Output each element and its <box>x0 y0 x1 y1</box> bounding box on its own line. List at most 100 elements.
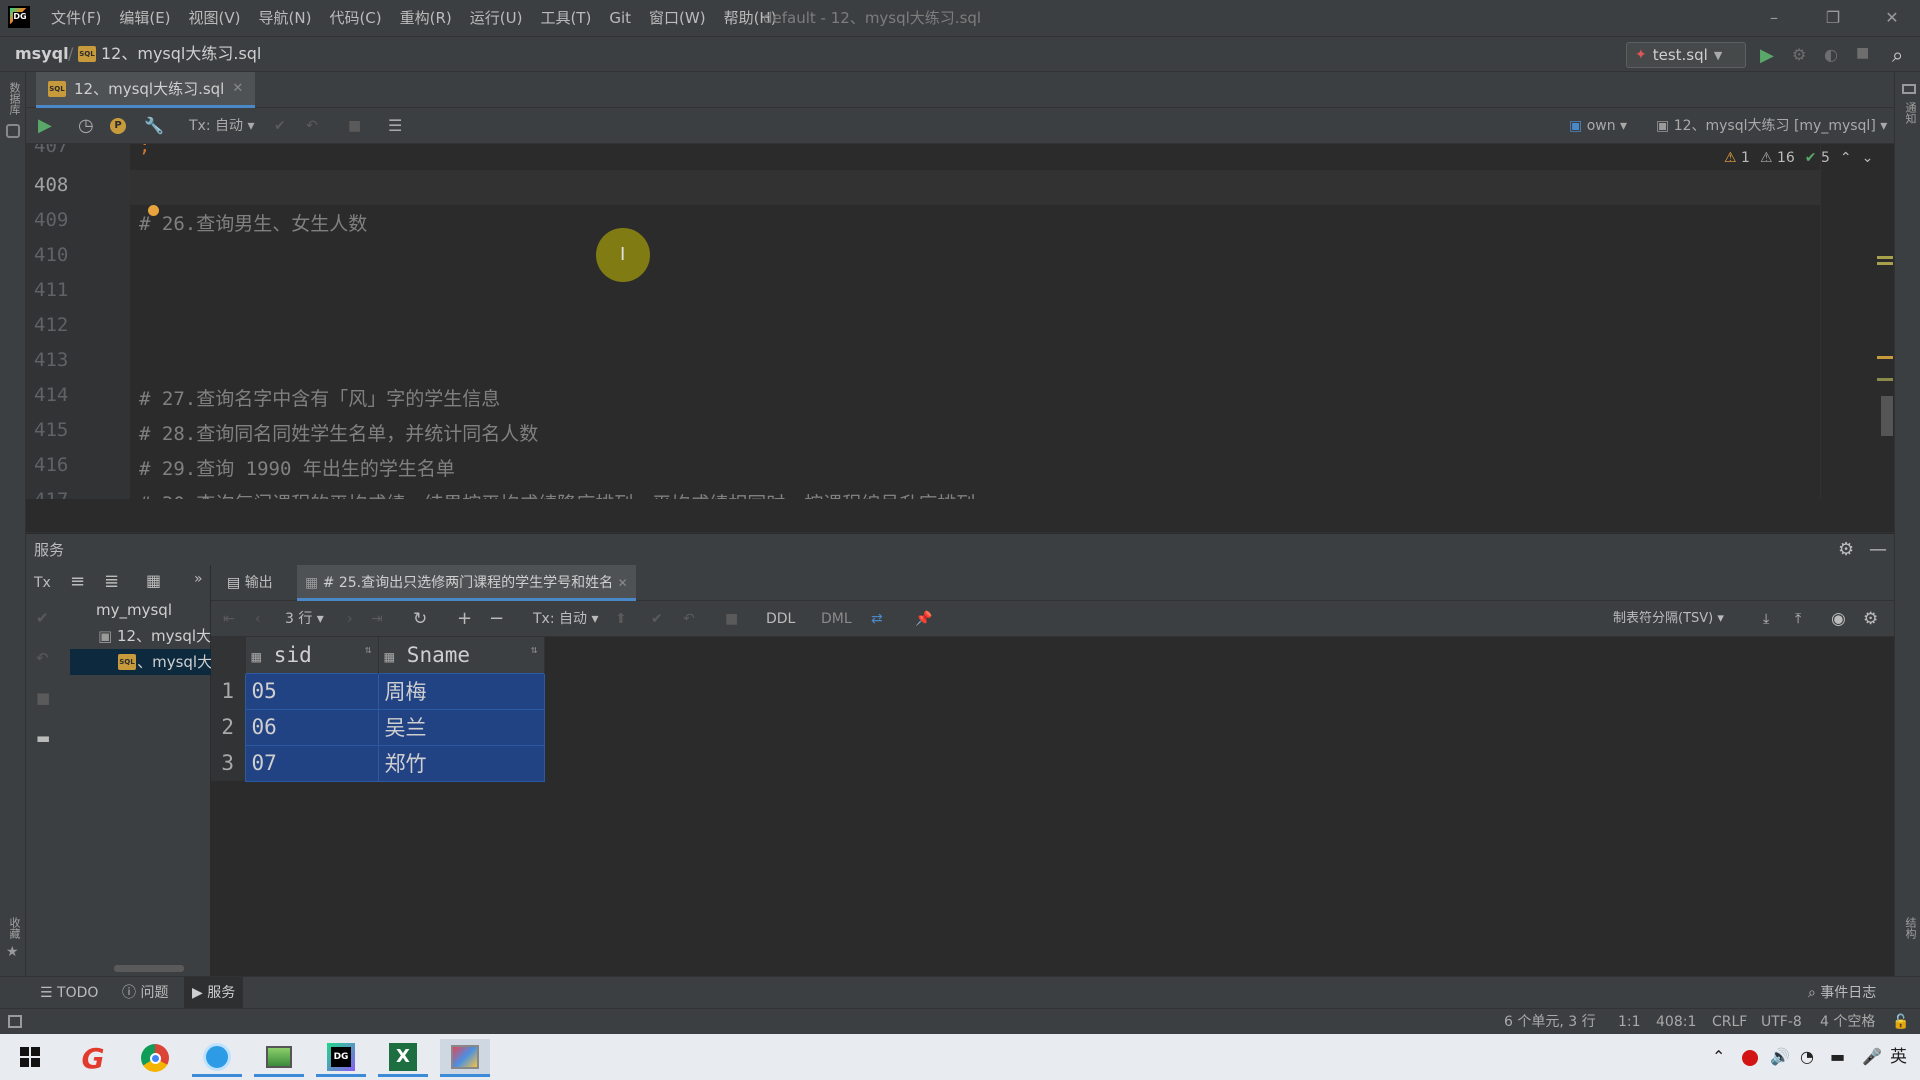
file-encoding[interactable]: UTF-8 <box>1761 1009 1802 1035</box>
browser-icon[interactable] <box>192 1039 242 1077</box>
database-tool-label[interactable]: 数据库 <box>6 82 22 115</box>
compare-icon[interactable]: ⇄ <box>871 601 883 637</box>
notifications-tool-label[interactable]: 通知 <box>1902 102 1918 124</box>
expand-all-icon[interactable]: ≡ <box>70 571 85 592</box>
tx-icon[interactable]: Tx <box>34 575 51 591</box>
image-app-icon[interactable] <box>254 1039 304 1077</box>
menu-tools[interactable]: 工具(T) <box>531 0 600 36</box>
table-icon[interactable]: ☰ <box>388 108 402 144</box>
scroll-thumb[interactable] <box>1881 396 1893 436</box>
download-icon[interactable]: ⤓ <box>1763 601 1769 637</box>
commit-icon[interactable]: ✔ <box>36 609 49 627</box>
cell-sid[interactable]: 07 <box>244 744 379 782</box>
upload-icon[interactable]: ⤒ <box>1795 601 1801 637</box>
coverage-icon[interactable]: ◐ <box>1824 45 1838 64</box>
chevron-up-icon[interactable]: ⌃ <box>1840 150 1852 166</box>
gear-icon[interactable]: ⚙ <box>1838 534 1854 566</box>
restore-button[interactable]: ❐ <box>1805 0 1861 36</box>
schema-selector[interactable]: ▣ own ▾ <box>1569 108 1627 144</box>
cell-sid[interactable]: 06 <box>244 708 379 746</box>
stop-icon[interactable]: ■ <box>348 108 361 144</box>
menu-window[interactable]: 窗口(W) <box>640 0 715 36</box>
add-row-icon[interactable]: + <box>457 601 472 637</box>
line-ending[interactable]: CRLF <box>1712 1009 1747 1035</box>
refresh-icon[interactable]: ↻ <box>413 601 427 637</box>
export-format-selector[interactable]: 制表符分隔(TSV) ▾ <box>1613 601 1724 637</box>
star-icon[interactable]: ★ <box>6 944 19 960</box>
history-icon[interactable]: ◷ <box>78 108 94 144</box>
battery-icon[interactable]: ▬ <box>1830 1034 1845 1080</box>
wrench-icon[interactable]: 🔧 <box>144 108 164 144</box>
notifications-icon[interactable] <box>1902 84 1916 94</box>
breadcrumb-file[interactable]: 12、mysql大练习.sql <box>101 37 261 71</box>
stop-icon[interactable]: ■ <box>1856 45 1869 61</box>
dml-button[interactable]: DML <box>821 601 852 637</box>
chrome-icon[interactable] <box>130 1039 180 1077</box>
group-icon[interactable]: ▦ <box>146 571 161 590</box>
more-icon[interactable]: » <box>194 571 203 587</box>
menu-git[interactable]: Git <box>600 0 640 36</box>
chevron-down-icon[interactable]: ⌄ <box>1862 150 1874 166</box>
inspection-widget[interactable]: ⚠ 1 ⚠ 16 ✔ 5 ⌃ ⌄ <box>1724 150 1873 166</box>
services-tool-button[interactable]: ▶ 服务 <box>184 977 244 1009</box>
collapse-all-icon[interactable]: ≣ <box>104 571 119 592</box>
search-icon[interactable]: ⌕ <box>1892 43 1903 67</box>
sql-editor[interactable]: ; # 26.查询男生、女生人数 # 27.查询名字中含有「风」字的学生信息 #… <box>130 144 1820 499</box>
structure-tool-label[interactable]: 结构 <box>1902 917 1918 939</box>
tree-item-console[interactable]: 12、mysql大练习 <box>70 649 211 675</box>
cursor-position-result[interactable]: 1:1 <box>1618 1009 1641 1035</box>
menu-view[interactable]: 视图(V) <box>180 0 250 36</box>
cursor-position-editor[interactable]: 408:1 <box>1656 1009 1696 1035</box>
stop-icon[interactable]: ■ <box>725 601 738 637</box>
rollback-icon[interactable]: ↶ <box>306 108 318 144</box>
menu-edit[interactable]: 编辑(E) <box>110 0 179 36</box>
view-icon[interactable]: ◉ <box>1831 601 1846 637</box>
table-row[interactable]: 2 06 吴兰 <box>211 708 545 746</box>
close-window-button[interactable]: ✕ <box>1864 0 1920 36</box>
problems-tool-button[interactable]: ⓘ 问题 <box>122 977 168 1009</box>
layout-icon[interactable]: ▬ <box>36 729 50 747</box>
event-log-button[interactable]: ⌕ 事件日志 <box>1808 977 1876 1009</box>
tab-result[interactable]: ▦ # 25.查询出只选修两门课程的学生学号和姓名 ✕ <box>297 565 636 601</box>
editor-tab-active[interactable]: SQL 12、mysql大练习.sql ✕ <box>36 72 256 108</box>
minimize-button[interactable]: – <box>1746 0 1802 36</box>
ddl-button[interactable]: DDL <box>766 601 795 637</box>
column-header-sname[interactable]: ▦ Sname ⇅ <box>378 637 545 673</box>
profile-icon[interactable]: P <box>110 118 126 134</box>
settings-icon[interactable]: ⚙ <box>1863 601 1878 637</box>
submit-icon[interactable]: ⬆ <box>615 601 627 637</box>
table-row[interactable]: 1 05 周梅 <box>211 672 545 710</box>
hide-panel-icon[interactable]: — <box>1869 534 1887 566</box>
ime-indicator[interactable]: 英 <box>1890 1034 1907 1080</box>
excel-icon[interactable]: X <box>378 1039 428 1077</box>
intention-bulb-icon[interactable] <box>148 205 159 216</box>
tree-item-datasource[interactable]: my_mysql <box>70 597 211 623</box>
indent-setting[interactable]: 4 个空格 <box>1820 1009 1875 1035</box>
next-page-icon[interactable]: › <box>347 601 353 637</box>
volume-icon[interactable]: 🔊 <box>1770 1034 1790 1080</box>
run-icon[interactable]: ▶ <box>1760 45 1774 66</box>
tree-scrollbar[interactable] <box>114 965 184 972</box>
menu-code[interactable]: 代码(C) <box>320 0 390 36</box>
app-g-icon[interactable]: G <box>68 1039 118 1077</box>
stop-icon[interactable]: ■ <box>36 689 50 707</box>
execute-icon[interactable]: ▶ <box>38 108 52 144</box>
tab-output[interactable]: ▤ 输出 <box>227 565 273 601</box>
layout-toggle-icon[interactable] <box>8 1015 22 1028</box>
menu-refactor[interactable]: 重构(R) <box>391 0 461 36</box>
menu-run[interactable]: 运行(U) <box>461 0 532 36</box>
breadcrumb-project[interactable]: msyql <box>15 37 69 71</box>
tx-mode-selector[interactable]: Tx: 自动 ▾ <box>533 601 599 637</box>
debug-icon[interactable]: ⚙ <box>1792 45 1806 64</box>
start-icon[interactable] <box>20 1047 40 1067</box>
network-icon[interactable]: ◔ <box>1800 1034 1814 1080</box>
todo-tool-button[interactable]: ☰ TODO <box>40 977 98 1009</box>
prev-page-icon[interactable]: ‹ <box>255 601 261 637</box>
commit-icon[interactable]: ✔ <box>651 601 663 637</box>
editor-scrollbar[interactable] <box>1820 144 1894 499</box>
cell-sname[interactable]: 郑竹 <box>377 744 545 782</box>
cell-sname[interactable]: 吴兰 <box>377 708 545 746</box>
record-icon[interactable] <box>1742 1050 1758 1066</box>
tx-mode-selector[interactable]: Tx: 自动 ▾ <box>189 108 255 144</box>
cell-sid[interactable]: 05 <box>244 672 379 710</box>
